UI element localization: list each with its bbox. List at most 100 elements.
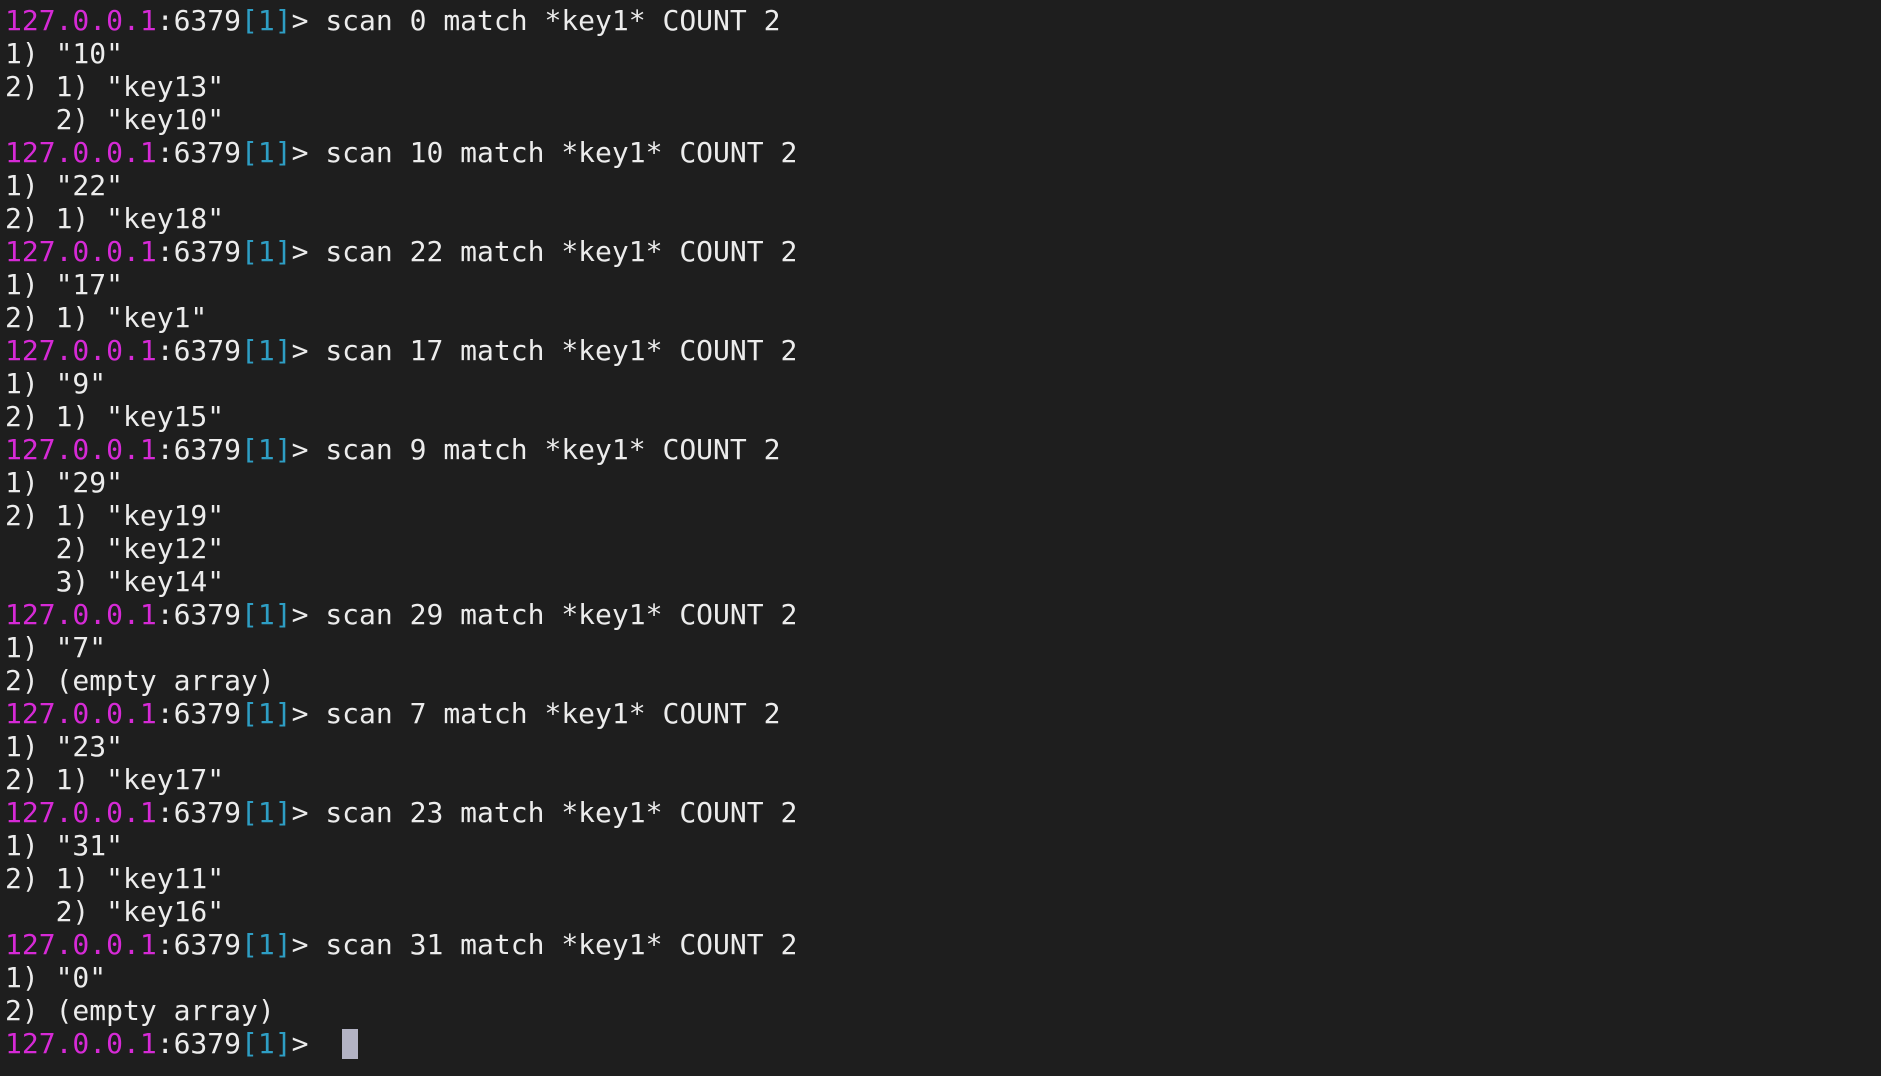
prompt-host: 127.0.0.1	[5, 697, 157, 730]
command-line: 127.0.0.1:6379[1]> scan 23 match *key1* …	[5, 796, 1881, 829]
output-line: 2) 1) "key18"	[5, 202, 1881, 235]
prompt-port: :6379	[156, 334, 242, 367]
output-text: 2) 1) "key19"	[5, 499, 225, 532]
command-line: 127.0.0.1:6379[1]> scan 9 match *key1* C…	[5, 433, 1881, 466]
output-line: 2) 1) "key17"	[5, 763, 1881, 796]
prompt-host: 127.0.0.1	[5, 1027, 157, 1060]
prompt-db-index: [1]	[241, 1027, 292, 1060]
prompt-host: 127.0.0.1	[5, 235, 157, 268]
command-line: 127.0.0.1:6379[1]> scan 7 match *key1* C…	[5, 697, 1881, 730]
output-text: 1) "0"	[5, 961, 107, 994]
prompt-symbol: >	[291, 697, 326, 730]
output-text: 2) 1) "key15"	[5, 400, 225, 433]
command-line: 127.0.0.1:6379[1]> scan 0 match *key1* C…	[5, 4, 1881, 37]
input-line[interactable]: 127.0.0.1:6379[1]>	[5, 1027, 1881, 1060]
prompt-db-index: [1]	[241, 4, 292, 37]
prompt-db-index: [1]	[241, 598, 292, 631]
output-line: 1) "7"	[5, 631, 1881, 664]
command-text: scan 9 match *key1* COUNT 2	[325, 433, 781, 466]
prompt-host: 127.0.0.1	[5, 598, 157, 631]
output-line: 2) 1) "key13"	[5, 70, 1881, 103]
output-line: 2) (empty array)	[5, 994, 1881, 1027]
output-text: 1) "23"	[5, 730, 124, 763]
output-line: 2) "key16"	[5, 895, 1881, 928]
command-text: scan 10 match *key1* COUNT 2	[325, 136, 798, 169]
prompt-port: :6379	[156, 4, 242, 37]
output-text: 2) 1) "key13"	[5, 70, 225, 103]
output-line: 2) "key10"	[5, 103, 1881, 136]
command-text: scan 0 match *key1* COUNT 2	[325, 4, 781, 37]
terminal-window[interactable]: 127.0.0.1:6379[1]> scan 0 match *key1* C…	[0, 0, 1881, 1076]
output-text: 1) "22"	[5, 169, 124, 202]
prompt-db-index: [1]	[241, 136, 292, 169]
prompt-symbol: >	[291, 4, 326, 37]
prompt-symbol: >	[291, 235, 326, 268]
command-line: 127.0.0.1:6379[1]> scan 17 match *key1* …	[5, 334, 1881, 367]
output-text: 1) "31"	[5, 829, 124, 862]
output-line: 1) "0"	[5, 961, 1881, 994]
command-text: scan 22 match *key1* COUNT 2	[325, 235, 798, 268]
output-text: 2) 1) "key11"	[5, 862, 225, 895]
output-line: 3) "key14"	[5, 565, 1881, 598]
prompt-port: :6379	[156, 598, 242, 631]
output-text: 2) 1) "key18"	[5, 202, 225, 235]
output-text: 2) (empty array)	[5, 994, 275, 1027]
command-line: 127.0.0.1:6379[1]> scan 31 match *key1* …	[5, 928, 1881, 961]
output-line: 2) 1) "key19"	[5, 499, 1881, 532]
prompt-port: :6379	[156, 796, 242, 829]
output-line: 1) "10"	[5, 37, 1881, 70]
output-text: 2) "key10"	[5, 103, 225, 136]
output-text: 2) 1) "key17"	[5, 763, 225, 796]
command-text: scan 29 match *key1* COUNT 2	[325, 598, 798, 631]
prompt-port: :6379	[156, 1027, 242, 1060]
prompt-host: 127.0.0.1	[5, 433, 157, 466]
prompt-symbol: >	[291, 433, 326, 466]
output-line: 1) "31"	[5, 829, 1881, 862]
command-text: scan 23 match *key1* COUNT 2	[325, 796, 798, 829]
terminal-output: 127.0.0.1:6379[1]> scan 0 match *key1* C…	[5, 4, 1881, 1060]
prompt-db-index: [1]	[241, 235, 292, 268]
prompt-host: 127.0.0.1	[5, 796, 157, 829]
output-text: 1) "29"	[5, 466, 124, 499]
output-text: 2) "key12"	[5, 532, 225, 565]
prompt-symbol: >	[291, 796, 326, 829]
prompt-db-index: [1]	[241, 796, 292, 829]
prompt-db-index: [1]	[241, 697, 292, 730]
output-line: 2) 1) "key11"	[5, 862, 1881, 895]
prompt-symbol: >	[291, 598, 326, 631]
output-text: 1) "7"	[5, 631, 107, 664]
command-text: scan 31 match *key1* COUNT 2	[325, 928, 798, 961]
output-line: 1) "17"	[5, 268, 1881, 301]
prompt-db-index: [1]	[241, 928, 292, 961]
command-line: 127.0.0.1:6379[1]> scan 29 match *key1* …	[5, 598, 1881, 631]
prompt-host: 127.0.0.1	[5, 4, 157, 37]
output-text: 1) "10"	[5, 37, 124, 70]
prompt-port: :6379	[156, 697, 242, 730]
output-line: 1) "23"	[5, 730, 1881, 763]
prompt-symbol: >	[291, 334, 326, 367]
output-line: 2) 1) "key1"	[5, 301, 1881, 334]
prompt-host: 127.0.0.1	[5, 136, 157, 169]
output-text: 2) (empty array)	[5, 664, 275, 697]
prompt-symbol: >	[291, 136, 326, 169]
output-text: 1) "9"	[5, 367, 107, 400]
text-cursor[interactable]	[342, 1029, 359, 1059]
output-line: 2) 1) "key15"	[5, 400, 1881, 433]
prompt-symbol: >	[291, 1027, 326, 1060]
prompt-db-index: [1]	[241, 334, 292, 367]
prompt-port: :6379	[156, 928, 242, 961]
prompt-host: 127.0.0.1	[5, 334, 157, 367]
prompt-port: :6379	[156, 433, 242, 466]
prompt-db-index: [1]	[241, 433, 292, 466]
prompt-port: :6379	[156, 136, 242, 169]
output-line: 2) (empty array)	[5, 664, 1881, 697]
command-text: scan 7 match *key1* COUNT 2	[325, 697, 781, 730]
output-line: 1) "29"	[5, 466, 1881, 499]
output-text: 2) "key16"	[5, 895, 225, 928]
prompt-port: :6379	[156, 235, 242, 268]
output-text: 3) "key14"	[5, 565, 225, 598]
output-text: 2) 1) "key1"	[5, 301, 208, 334]
output-line: 1) "22"	[5, 169, 1881, 202]
command-text: scan 17 match *key1* COUNT 2	[325, 334, 798, 367]
prompt-symbol: >	[291, 928, 326, 961]
